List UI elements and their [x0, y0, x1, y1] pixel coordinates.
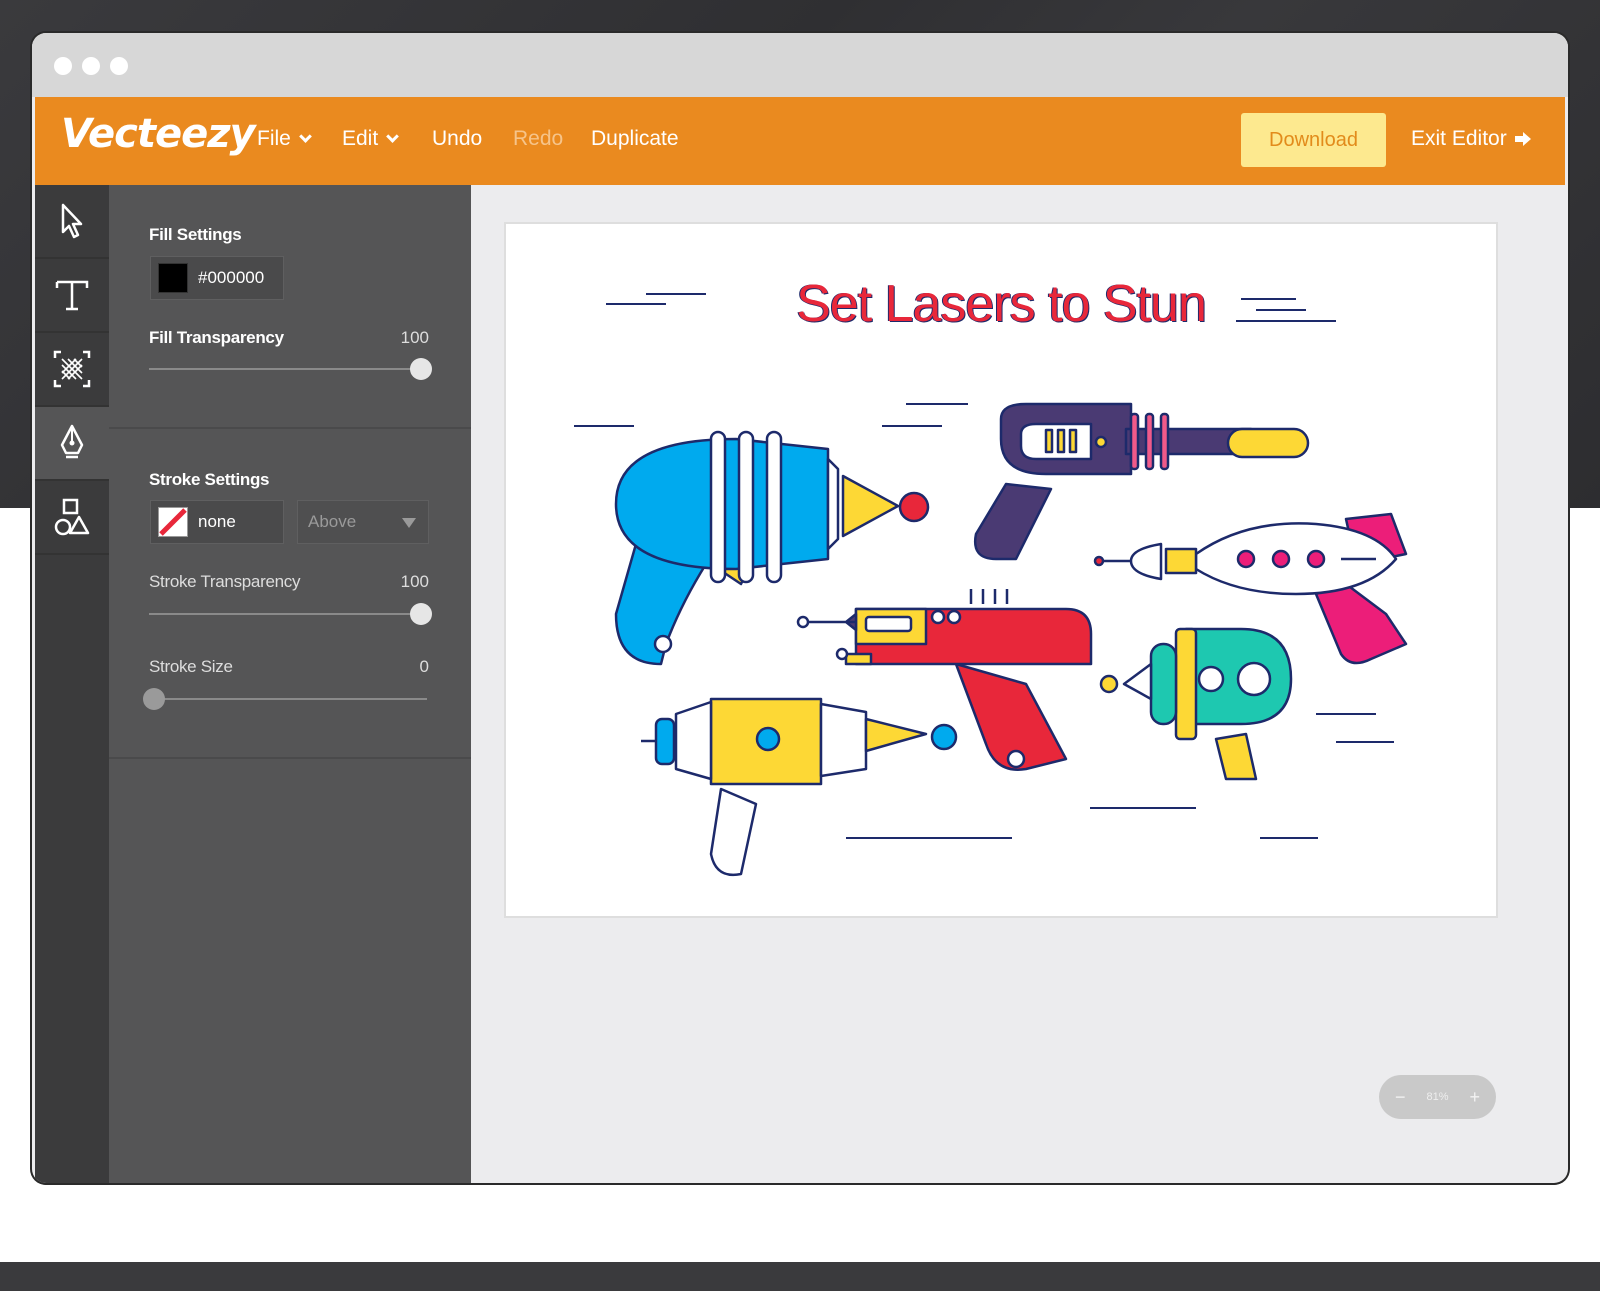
fill-color-swatch: [158, 263, 188, 293]
text-icon: [55, 280, 89, 311]
zoom-out-button[interactable]: −: [1395, 1087, 1406, 1108]
fill-transparency-handle[interactable]: [410, 358, 432, 380]
panel-divider: [109, 427, 471, 429]
stroke-transparency-value: 100: [400, 572, 429, 591]
duplicate-button[interactable]: Duplicate: [591, 127, 679, 151]
vecteezy-logo: Vecteezy: [61, 111, 256, 157]
undo-button[interactable]: Undo: [432, 127, 482, 151]
cursor-icon: [61, 203, 83, 239]
stroke-position-select[interactable]: Above: [297, 500, 429, 544]
undo-label: Undo: [432, 127, 483, 150]
stroke-transparency-slider[interactable]: [149, 613, 427, 615]
dropdown-arrow-icon: [402, 518, 416, 528]
redo-button[interactable]: Redo: [513, 127, 563, 151]
window-titlebar: [32, 33, 1568, 97]
exit-editor-label: Exit Editor: [1411, 127, 1507, 150]
edit-menu[interactable]: Edit: [342, 127, 400, 151]
chevron-down-icon: [386, 130, 400, 143]
stroke-size-slider[interactable]: [149, 698, 427, 700]
stroke-position-value: Above: [308, 512, 357, 531]
texture-tool[interactable]: [35, 333, 109, 407]
window-maximize-dot[interactable]: [110, 57, 128, 75]
fill-transparency-value: 100: [400, 328, 429, 347]
ray-gun-illustration[interactable]: [506, 224, 1500, 920]
zoom-in-button[interactable]: +: [1469, 1087, 1480, 1108]
stroke-size-handle[interactable]: [143, 688, 165, 710]
file-menu-label: File: [257, 127, 291, 150]
stroke-settings-heading: Stroke Settings: [149, 470, 270, 489]
window-close-dot[interactable]: [54, 57, 72, 75]
stroke-color-value: none: [198, 512, 236, 531]
artboard[interactable]: Set Lasers to Stun: [504, 222, 1498, 918]
shapes-icon: [54, 498, 90, 536]
panel-divider: [109, 757, 471, 759]
download-button[interactable]: Download: [1241, 113, 1386, 167]
arrow-right-icon: [1514, 132, 1531, 146]
texture-icon: [53, 350, 91, 388]
properties-panel: Fill Settings #000000 Fill Transparency …: [109, 185, 471, 1183]
text-tool[interactable]: [35, 259, 109, 333]
fill-transparency-label: Fill Transparency: [149, 328, 284, 347]
fill-transparency-slider[interactable]: [149, 368, 427, 370]
duplicate-label: Duplicate: [591, 127, 679, 150]
pen-tool[interactable]: [35, 407, 109, 481]
tool-rail: [35, 185, 109, 1183]
page-footer-band: [0, 1262, 1600, 1291]
stroke-size-label: Stroke Size: [149, 657, 233, 676]
fill-settings-heading: Fill Settings: [149, 225, 242, 244]
chevron-down-icon: [298, 130, 312, 143]
stroke-transparency-label: Stroke Transparency: [149, 572, 301, 591]
redo-label: Redo: [513, 127, 564, 150]
pen-icon: [60, 424, 84, 459]
top-toolbar: Vecteezy File Edit Undo Redo Duplicate D…: [35, 97, 1565, 185]
fill-color-picker[interactable]: #000000: [150, 256, 284, 300]
window-minimize-dot[interactable]: [82, 57, 100, 75]
no-color-icon: [158, 507, 188, 537]
edit-menu-label: Edit: [342, 127, 379, 150]
fill-color-value: #000000: [198, 268, 265, 287]
select-tool[interactable]: [35, 185, 109, 259]
stroke-transparency-handle[interactable]: [410, 603, 432, 625]
exit-editor-button[interactable]: Exit Editor: [1411, 127, 1531, 151]
stroke-color-picker[interactable]: none: [150, 500, 284, 544]
app-window: Vecteezy File Edit Undo Redo Duplicate D…: [32, 33, 1568, 1183]
zoom-control: − 81% +: [1379, 1075, 1496, 1119]
stroke-size-value: 0: [419, 657, 429, 676]
file-menu[interactable]: File: [257, 127, 312, 151]
zoom-level: 81%: [1426, 1091, 1449, 1103]
shapes-tool[interactable]: [35, 481, 109, 555]
